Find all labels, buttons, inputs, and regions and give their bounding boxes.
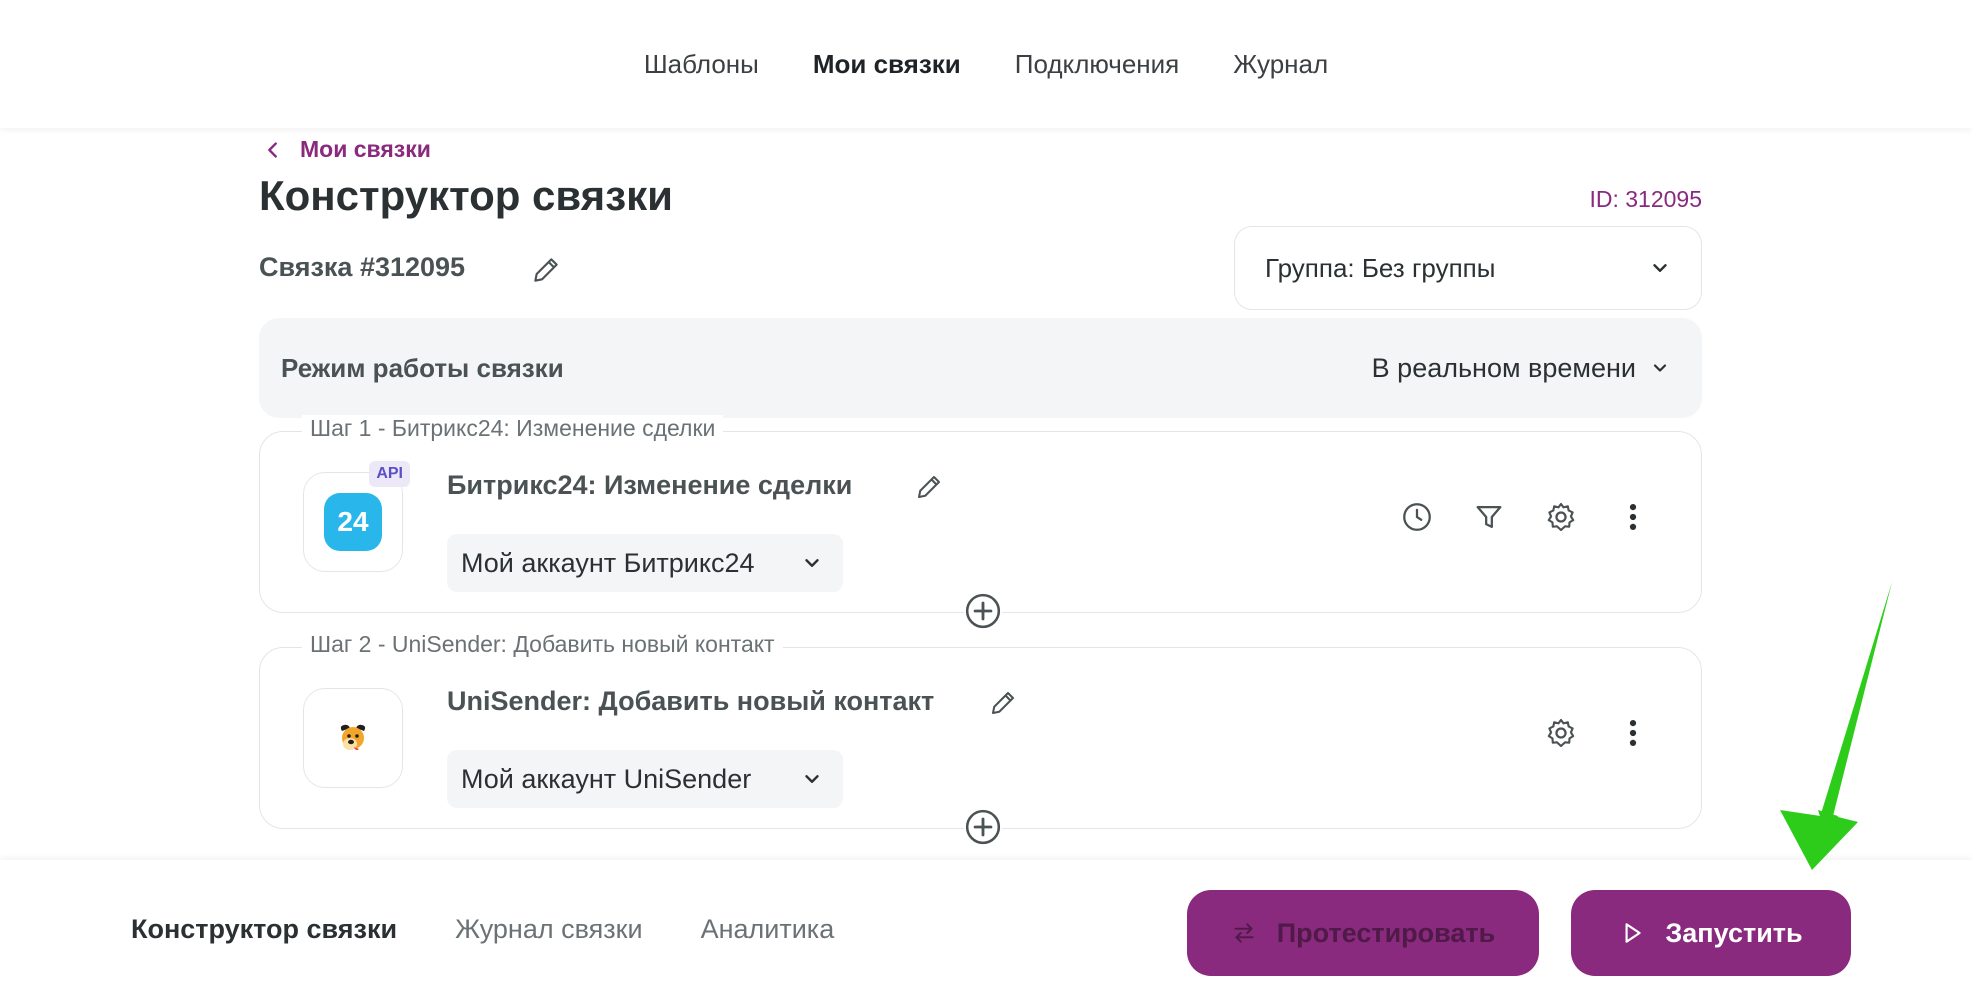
breadcrumb[interactable]: Мои связки bbox=[262, 136, 431, 163]
step-title: Битрикс24: Изменение сделки bbox=[447, 470, 853, 500]
nav-journal[interactable]: Журнал bbox=[1233, 49, 1328, 80]
mode-bar: Режим работы связки В реальном времени bbox=[259, 318, 1702, 418]
mode-label: Режим работы связки bbox=[281, 352, 564, 383]
nav-templates[interactable]: Шаблоны bbox=[644, 49, 759, 80]
pencil-icon[interactable] bbox=[914, 472, 944, 502]
test-button[interactable]: Протестировать bbox=[1187, 890, 1539, 976]
more-vertical-icon[interactable] bbox=[1616, 500, 1650, 534]
step-legend: Шаг 2 - UniSender: Добавить новый контак… bbox=[302, 631, 783, 658]
pencil-icon[interactable] bbox=[988, 688, 1018, 718]
account-select[interactable]: Мой аккаунт Битрикс24 bbox=[447, 534, 843, 592]
step-card: Шаг 2 - UniSender: Добавить новый контак… bbox=[259, 631, 1702, 846]
link-name: Связка #312095 bbox=[259, 252, 466, 282]
swap-arrows-icon bbox=[1234, 923, 1254, 943]
tab-constructor[interactable]: Конструктор связки bbox=[131, 914, 397, 945]
annotation-arrow bbox=[1780, 582, 1892, 870]
step-actions bbox=[1400, 500, 1650, 534]
chevron-down-icon bbox=[1653, 364, 1667, 372]
bitrix24-icon: 24 bbox=[324, 493, 382, 551]
bottom-bar: Конструктор связки Журнал связки Аналити… bbox=[0, 860, 1972, 1006]
run-button-label: Запустить bbox=[1665, 917, 1803, 948]
unisender-icon bbox=[340, 724, 366, 751]
app-icon: 24 API bbox=[303, 461, 410, 572]
filter-icon[interactable] bbox=[1472, 500, 1506, 534]
nav-my-links[interactable]: Мои связки bbox=[813, 49, 961, 80]
bottom-tabs: Конструктор связки Журнал связки Аналити… bbox=[131, 914, 834, 945]
account-select-value: Мой аккаунт UniSender bbox=[461, 763, 752, 794]
pencil-icon[interactable] bbox=[530, 254, 562, 286]
chevron-down-icon bbox=[805, 775, 819, 783]
gear-icon[interactable] bbox=[1544, 716, 1578, 750]
gear-icon[interactable] bbox=[1544, 500, 1578, 534]
mode-select-value: В реальном времени bbox=[1371, 352, 1636, 383]
top-navigation: Шаблоны Мои связки Подключения Журнал bbox=[0, 0, 1972, 128]
link-id: ID: 312095 bbox=[1589, 186, 1702, 212]
clock-icon[interactable] bbox=[1400, 500, 1434, 534]
tab-analytics[interactable]: Аналитика bbox=[701, 914, 835, 945]
step-card: Шаг 1 - Битрикс24: Изменение сделки 24 A… bbox=[259, 415, 1702, 630]
chevron-down-icon bbox=[805, 559, 819, 567]
group-select-value: Группа: Без группы bbox=[1265, 252, 1496, 283]
more-vertical-icon[interactable] bbox=[1616, 716, 1650, 750]
step-legend: Шаг 1 - Битрикс24: Изменение сделки bbox=[302, 415, 724, 442]
page-title: Конструктор связки bbox=[259, 172, 673, 219]
account-select[interactable]: Мой аккаунт UniSender bbox=[447, 750, 843, 808]
chevron-left-icon bbox=[268, 141, 277, 158]
app-icon bbox=[303, 688, 403, 788]
breadcrumb-label: Мои связки bbox=[300, 136, 431, 162]
step-title: UniSender: Добавить новый контакт bbox=[447, 686, 935, 716]
add-step-icon[interactable] bbox=[964, 808, 1002, 846]
add-step-icon[interactable] bbox=[964, 592, 1002, 630]
nav-connections[interactable]: Подключения bbox=[1015, 49, 1179, 80]
step-actions bbox=[1544, 716, 1650, 750]
run-button[interactable]: Запустить bbox=[1571, 890, 1851, 976]
account-select-value: Мой аккаунт Битрикс24 bbox=[461, 547, 755, 578]
test-button-label: Протестировать bbox=[1276, 917, 1496, 948]
chevron-down-icon bbox=[1653, 264, 1667, 272]
play-icon bbox=[1625, 923, 1642, 943]
mode-select[interactable]: В реальном времени bbox=[1372, 353, 1670, 384]
api-badge: API bbox=[369, 461, 410, 487]
group-select[interactable]: Группа: Без группы bbox=[1234, 226, 1702, 310]
tab-link-journal[interactable]: Журнал связки bbox=[455, 914, 642, 945]
